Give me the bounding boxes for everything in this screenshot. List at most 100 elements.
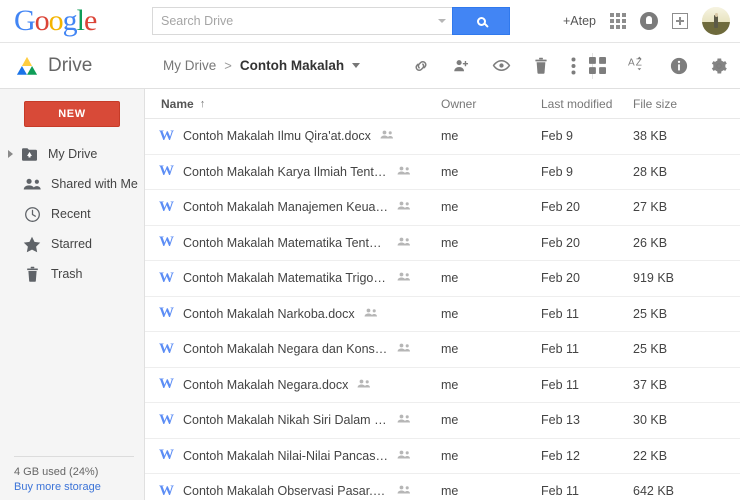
file-owner-cell: me (441, 448, 459, 463)
trash-icon[interactable] (533, 57, 549, 75)
sidebar-item-trash[interactable]: Trash (0, 259, 144, 289)
word-doc-icon: W (159, 235, 174, 251)
grid-view-icon[interactable] (589, 57, 606, 74)
table-row[interactable]: W Contoh Makalah Nilai-Nilai Pancasila.do… (145, 439, 740, 474)
table-row[interactable]: W Contoh Makalah Matematika Tentang Himpu… (145, 226, 740, 261)
file-name-cell[interactable]: W Contoh Makalah Nilai-Nilai Pancasila.do… (145, 448, 441, 463)
file-owner-cell: me (441, 164, 459, 179)
word-doc-icon: W (159, 199, 174, 215)
column-header-file-size[interactable]: File size (633, 97, 723, 111)
file-name-cell[interactable]: W Contoh Makalah Negara dan Konstitusi.do… (145, 342, 441, 357)
file-owner-cell: me (441, 342, 459, 357)
clock-icon (22, 206, 42, 223)
word-doc-icon: W (159, 412, 174, 428)
column-header-last-modified[interactable]: Last modified (541, 97, 633, 111)
file-name-label: Contoh Makalah Observasi Pasar.docx (183, 484, 388, 499)
file-modified-cell: Feb 20 (541, 200, 580, 215)
file-modified-cell: Feb 11 (541, 306, 579, 321)
shared-people-icon (397, 342, 411, 356)
sidebar-label-shared-with-me: Shared with Me (51, 177, 138, 191)
search-button[interactable] (452, 7, 510, 35)
google-logo[interactable]: Google (14, 6, 124, 36)
search-options-caret-icon[interactable] (438, 19, 446, 23)
toolbar-view-actions: A Z (589, 56, 728, 75)
breadcrumb: My Drive > Contoh Makalah (163, 58, 361, 73)
settings-gear-icon[interactable] (710, 57, 728, 75)
file-modified-cell: Feb 20 (541, 271, 580, 286)
file-name-cell[interactable]: W Contoh Makalah Nikah Siri Dalam Hukum M… (145, 413, 441, 428)
buy-more-storage-link[interactable]: Buy more storage (14, 481, 134, 493)
drive-toolbar: Drive My Drive > Contoh Makalah A Z (0, 43, 740, 88)
file-name-label: Contoh Makalah Narkoba.docx (183, 306, 355, 321)
account-plus-link[interactable]: +Atep (563, 14, 596, 28)
word-doc-icon: W (159, 341, 174, 357)
file-name-cell[interactable]: W Contoh Makalah Karya Ilmiah Tentang Pen… (145, 164, 441, 179)
file-name-cell[interactable]: W Contoh Makalah Ilmu Qira'at.docx (145, 129, 441, 144)
sidebar-item-recent[interactable]: Recent (0, 199, 144, 229)
table-row[interactable]: W Contoh Makalah Karya Ilmiah Tentang Pen… (145, 155, 740, 190)
shared-people-icon (357, 378, 371, 392)
info-icon[interactable] (670, 57, 688, 75)
drive-home-link[interactable]: Drive (0, 55, 145, 77)
preview-eye-icon[interactable] (492, 56, 511, 75)
search-input-wrapper[interactable] (152, 7, 452, 35)
file-name-cell[interactable]: W Contoh Makalah Negara.docx (145, 377, 441, 392)
file-name-label: Contoh Makalah Negara.docx (183, 377, 349, 392)
table-row[interactable]: W Contoh Makalah Observasi Pasar.docx me Fe… (145, 474, 740, 500)
link-icon[interactable] (412, 57, 430, 75)
column-header-name[interactable]: Name ↑ (145, 97, 441, 111)
apps-grid-icon[interactable] (610, 13, 626, 29)
file-owner-cell: me (441, 129, 459, 144)
file-name-label: Contoh Makalah Manajemen Keuangan Modal … (183, 200, 388, 215)
drive-logo-icon (16, 56, 38, 75)
sidebar-item-starred[interactable]: Starred (0, 229, 144, 259)
file-name-cell[interactable]: W Contoh Makalah Matematika Tentang Himpu… (145, 235, 441, 250)
file-list: Name ↑ Owner Last modified File size W Co… (145, 89, 740, 500)
table-row[interactable]: W Contoh Makalah Manajemen Keuangan Modal… (145, 190, 740, 226)
breadcrumb-current[interactable]: Contoh Makalah (240, 58, 344, 73)
sidebar-label-starred: Starred (51, 237, 92, 251)
search-input[interactable] (161, 14, 434, 28)
table-row[interactable]: W Contoh Makalah Narkoba.docx me Feb 11 25 K… (145, 297, 740, 332)
user-avatar[interactable] (702, 7, 730, 35)
sidebar-item-shared-with-me[interactable]: Shared with Me (0, 169, 144, 199)
notifications-bell-icon[interactable] (640, 12, 658, 30)
table-row[interactable]: W Contoh Makalah Negara.docx me Feb 11 37 KB (145, 368, 740, 403)
table-row[interactable]: W Contoh Makalah Ilmu Qira'at.docx me Feb 9… (145, 119, 740, 155)
svg-text:A: A (628, 58, 635, 69)
column-header-name-label: Name (161, 96, 194, 111)
storage-used-label: 4 GB used (24%) (14, 466, 99, 478)
breadcrumb-chevron-down-icon[interactable] (352, 63, 361, 68)
add-person-icon[interactable] (452, 57, 470, 75)
sidebar-item-my-drive[interactable]: My Drive (0, 139, 144, 169)
share-add-icon[interactable] (672, 13, 688, 29)
file-owner-cell: me (441, 377, 459, 392)
file-name-cell[interactable]: W Contoh Makalah Matematika Trigonometri.… (145, 271, 441, 286)
svg-text:Z: Z (636, 58, 642, 69)
file-name-cell[interactable]: W Contoh Makalah Observasi Pasar.docx (145, 484, 441, 499)
file-owner-cell: me (441, 271, 459, 286)
file-owner-cell: me (441, 306, 459, 321)
file-name-cell[interactable]: W Contoh Makalah Narkoba.docx (145, 306, 441, 321)
file-name-cell[interactable]: W Contoh Makalah Manajemen Keuangan Modal… (145, 200, 441, 215)
shared-people-icon (397, 413, 411, 427)
breadcrumb-parent[interactable]: My Drive (163, 58, 216, 73)
table-row[interactable]: W Contoh Makalah Matematika Trigonometri.… (145, 261, 740, 297)
sort-az-icon[interactable]: A Z (628, 56, 648, 75)
word-doc-icon: W (159, 377, 174, 393)
word-doc-icon: W (159, 483, 174, 499)
table-row[interactable]: W Contoh Makalah Negara dan Konstitusi.do… (145, 332, 740, 368)
expand-triangle-icon[interactable] (8, 150, 13, 158)
file-size-cell: 37 KB (633, 377, 668, 392)
file-owner-cell: me (441, 413, 459, 428)
new-button[interactable]: NEW (24, 101, 120, 127)
sort-ascending-icon: ↑ (199, 97, 206, 110)
file-name-label: Contoh Makalah Negara dan Konstitusi.doc… (183, 342, 388, 357)
file-size-cell: 25 KB (633, 342, 668, 357)
table-row[interactable]: W Contoh Makalah Nikah Siri Dalam Hukum M… (145, 403, 740, 439)
column-header-owner[interactable]: Owner (441, 97, 541, 111)
file-name-label: Contoh Makalah Nilai-Nilai Pancasila.doc… (183, 448, 388, 463)
more-vertical-icon[interactable] (571, 57, 576, 75)
file-name-label: Contoh Makalah Karya Ilmiah Tentang Pend… (183, 164, 388, 179)
file-modified-cell: Feb 20 (541, 235, 580, 250)
